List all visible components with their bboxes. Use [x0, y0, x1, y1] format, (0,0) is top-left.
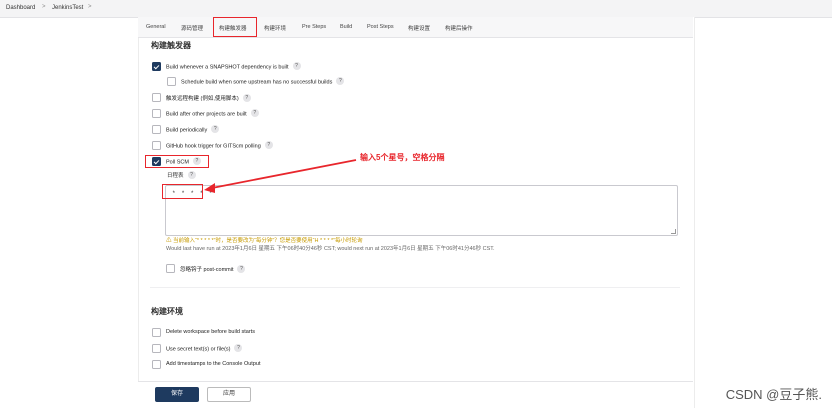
apply-button[interactable]: 应用	[207, 387, 251, 402]
annotation-arrow-icon	[204, 159, 357, 193]
save-button[interactable]: 保存	[155, 387, 199, 402]
watermark: CSDN @豆子熊.	[725, 387, 822, 402]
annotation-text: 输入5个星号，空格分隔	[360, 153, 445, 162]
